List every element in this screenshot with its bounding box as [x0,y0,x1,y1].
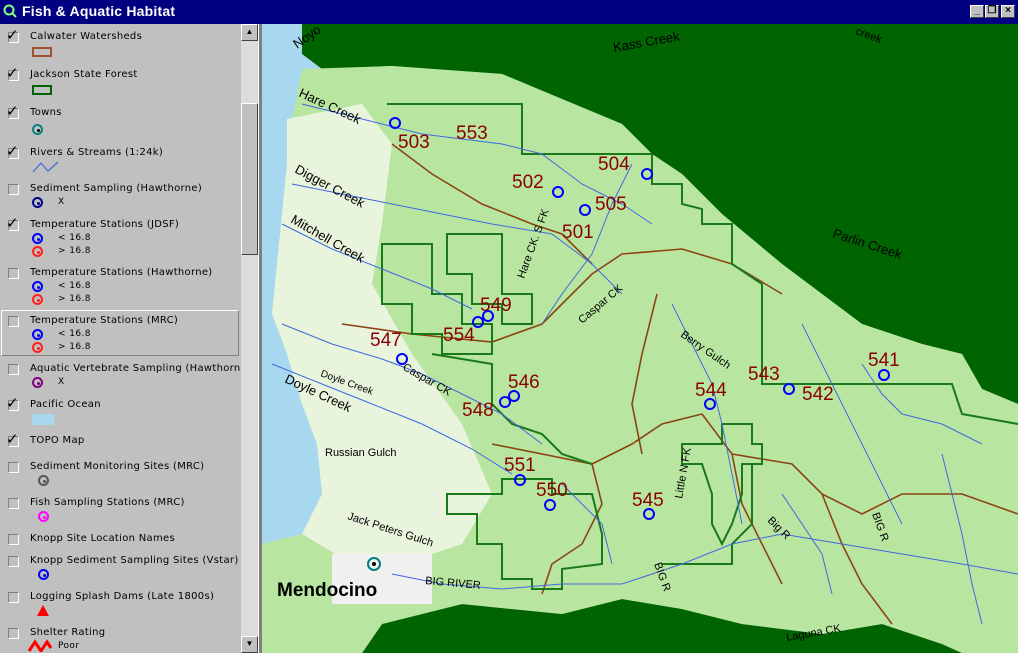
check-mark-icon: ✓ [6,214,19,232]
layer-label: Fish Sampling Stations (MRC) [30,497,185,508]
window-title: Fish & Aquatic Habitat [22,3,176,19]
check-mark-icon: ✓ [6,102,19,120]
check-mark-icon: ✓ [6,26,19,44]
station-label: 554 [443,325,475,346]
station-label: 549 [480,295,512,316]
station-label: 504 [598,154,630,175]
check-mark-icon: ✓ [6,430,19,448]
cool-temp-icon [32,329,43,340]
legend-panel: ✓ Calwater Watersheds ✓ Jackson State Fo… [0,24,258,653]
town-symbol-icon [32,124,43,135]
check-mark-icon: ✓ [6,142,19,160]
symbol-label: > 16.8 [58,294,91,304]
layer-checkbox[interactable] [8,184,19,195]
station-label: 544 [695,380,727,401]
layer-label: Knopp Site Location Names [30,533,175,544]
layer-label: Calwater Watersheds [30,31,143,42]
warm-temp-icon [32,246,43,257]
app-icon [3,4,17,18]
symbol-label: < 16.8 [58,233,91,243]
warm-temp-icon [32,342,43,353]
forest-symbol-icon [32,85,52,95]
layer-label: TOPO Map [30,435,85,446]
layer-label: Pacific Ocean [30,399,101,410]
layer-checkbox[interactable] [8,364,19,375]
symbol-label: < 16.8 [58,329,91,339]
layer-checkbox[interactable] [8,316,19,327]
station-label: 551 [504,455,536,476]
symbol-label: X [58,377,65,387]
station-label: 547 [370,330,402,351]
check-mark-icon: ✓ [6,64,19,82]
layer-label: Knopp Sediment Sampling Sites (Vstar) [30,555,239,566]
watershed-symbol-icon [32,47,52,57]
cool-temp-icon [32,281,43,292]
scroll-thumb[interactable] [241,103,258,255]
layer-checkbox[interactable] [8,592,19,603]
symbol-label: > 16.8 [58,342,91,352]
knopp-site-icon [38,569,49,580]
map-view[interactable]: Noyo Kass Creek creek Parlin Creek Hare … [262,24,1018,653]
layer-checkbox[interactable] [8,534,19,545]
fish-sampling-icon [38,511,49,522]
station-label: 501 [562,222,594,243]
map-label-russian-gulch: Russian Gulch [325,447,397,459]
layer-label: Towns [30,107,62,118]
layer-label: Rivers & Streams (1:24k) [30,147,164,158]
layer-label: Temperature Stations (Hawthorne) [30,267,213,278]
station-label: 548 [462,400,494,421]
symbol-label: < 16.8 [58,281,91,291]
layer-checkbox[interactable] [8,628,19,639]
monitoring-symbol-icon [38,475,49,486]
close-button[interactable]: × [1001,5,1015,18]
symbol-label: X [58,197,65,207]
scroll-down-button[interactable]: ▼ [241,636,258,653]
station-label: 503 [398,132,430,153]
cool-temp-icon [32,233,43,244]
title-bar: Fish & Aquatic Habitat _ ❐ × [0,0,1018,24]
layer-label: Jackson State Forest [30,69,138,80]
shelter-zigzag-icon [28,639,52,652]
symbol-label: Poor [58,641,80,651]
layer-label: Temperature Stations (JDSF) [30,219,180,230]
station-label: 541 [868,350,900,371]
layer-label: Temperature Stations (MRC) [30,315,179,326]
layer-checkbox[interactable] [8,498,19,509]
minimize-button[interactable]: _ [970,5,984,18]
sediment-symbol-icon [32,197,43,208]
layer-label: Sediment Sampling (Hawthorne) [30,183,203,194]
station-label: 546 [508,372,540,393]
layer-label: Aquatic Vertebrate Sampling (Hawthorne) [30,363,252,374]
vertebrate-symbol-icon [32,377,43,388]
layer-label: Shelter Rating [30,627,106,638]
warm-temp-icon [32,294,43,305]
legend-scrollbar[interactable]: ▲ ▼ [241,24,258,653]
town-marker-dot [372,562,376,566]
station-label: 545 [632,490,664,511]
station-label: 543 [748,364,780,385]
symbol-label: > 16.8 [58,246,91,256]
station-label: 502 [512,172,544,193]
layer-label: Logging Splash Dams (Late 1800s) [30,591,215,602]
map-canvas[interactable]: Noyo Kass Creek creek Parlin Creek Hare … [262,24,1018,653]
station-label: 550 [536,480,568,501]
stream-line-icon [32,161,59,173]
check-mark-icon: ✓ [6,394,19,412]
restore-button[interactable]: ❐ [985,5,999,18]
splash-dam-triangle-icon [37,605,49,616]
scroll-up-button[interactable]: ▲ [241,24,258,41]
layer-checkbox[interactable] [8,462,19,473]
layer-checkbox[interactable] [8,556,19,567]
town-label: Mendocino [277,580,377,601]
station-label: 505 [595,194,627,215]
ocean-fill-icon [32,414,54,425]
layer-checkbox[interactable] [8,268,19,279]
layer-label: Sediment Monitoring Sites (MRC) [30,461,205,472]
station-label: 542 [802,384,834,405]
station-label: 553 [456,123,488,144]
